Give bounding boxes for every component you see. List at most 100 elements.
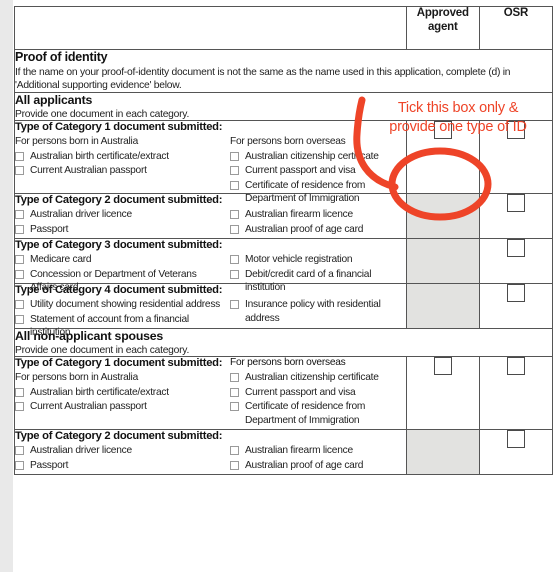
category-row: Type of Category 1 document submitted: Fo…	[14, 356, 554, 431]
checkbox-icon[interactable]	[230, 460, 239, 470]
options-column-right: Australian firearm licence Australian pro…	[230, 208, 405, 237]
option-label: Australian birth certificate/extract	[30, 150, 169, 162]
osr-cell[interactable]	[478, 429, 554, 476]
checkbox-icon[interactable]	[15, 402, 24, 412]
checkbox-icon[interactable]	[230, 210, 239, 220]
checkbox-icon[interactable]	[15, 224, 24, 234]
checkbox-large[interactable]	[433, 357, 452, 376]
option-item[interactable]: Australian birth certificate/extract	[15, 150, 223, 164]
approved-agent-cell	[405, 238, 480, 285]
option-label: Current passport and visa	[245, 165, 356, 177]
option-item[interactable]: Passport	[15, 459, 223, 473]
checkbox-large[interactable]	[506, 194, 525, 213]
options-column-left: Utility document showing residential add…	[15, 298, 223, 341]
option-item[interactable]: Current passport and visa	[230, 386, 405, 400]
option-item[interactable]: Utility document showing residential add…	[15, 298, 223, 312]
osr-cell[interactable]	[478, 193, 554, 240]
column-label-right: For persons born overseas	[230, 136, 346, 148]
checkbox-icon[interactable]	[230, 387, 239, 397]
checkbox-large[interactable]	[506, 239, 525, 258]
checkbox-icon[interactable]	[230, 255, 239, 265]
option-item[interactable]: Statement of account from a financial in…	[15, 313, 223, 340]
option-label: Current Australian passport	[30, 165, 147, 177]
option-item[interactable]: Current passport and visa	[230, 164, 405, 178]
banner-title: Proof of identity	[15, 50, 108, 64]
option-label: Certificate of residence from Department…	[245, 179, 366, 205]
osr-cell[interactable]	[478, 283, 554, 330]
option-label: Debit/credit card of a financial institu…	[245, 268, 372, 294]
osr-cell[interactable]	[478, 356, 554, 431]
page-right-margin	[554, 0, 560, 572]
checkbox-icon[interactable]	[230, 402, 239, 412]
option-item[interactable]: Certificate of residence from Department…	[230, 179, 405, 206]
option-item[interactable]: Insurance policy with residential addres…	[230, 298, 405, 325]
option-label: Passport	[30, 459, 69, 471]
category-title: Type of Category 3 document submitted:	[15, 239, 223, 252]
checkbox-icon[interactable]	[15, 387, 24, 397]
option-label: Insurance policy with residential addres…	[245, 299, 381, 324]
option-label: Utility document showing residential add…	[30, 299, 221, 311]
column-label-left: For persons born in Australia	[15, 372, 138, 384]
option-item[interactable]: Passport	[15, 223, 223, 237]
category-row: Type of Category 3 document submitted: Me…	[14, 238, 554, 293]
checkbox-icon[interactable]	[15, 314, 24, 324]
option-item[interactable]: Australian birth certificate/extract	[15, 386, 223, 400]
checkbox-large[interactable]	[506, 357, 525, 376]
options-column-left: Australian driver licence Passport	[15, 208, 223, 237]
checkbox-icon[interactable]	[15, 300, 24, 310]
osr-cell[interactable]	[478, 238, 554, 285]
option-label: Australian firearm licence	[245, 209, 353, 221]
options-column-right: Australian firearm licence Australian pro…	[230, 444, 405, 473]
option-item[interactable]: Motor vehicle registration	[230, 253, 405, 267]
header-approved-agent-label: Approved agent	[416, 7, 469, 33]
option-item[interactable]: Australian proof of age card	[230, 459, 405, 473]
column-label-left: For persons born in Australia	[15, 136, 138, 148]
checkbox-icon[interactable]	[230, 166, 239, 176]
checkbox-icon[interactable]	[15, 269, 24, 279]
checkbox-icon[interactable]	[15, 255, 24, 265]
checkbox-icon[interactable]	[230, 373, 239, 383]
checkbox-icon[interactable]	[230, 224, 239, 234]
checkbox-icon[interactable]	[15, 210, 24, 220]
option-item[interactable]: Australian citizenship certificate	[230, 150, 405, 164]
option-label: Australian citizenship certificate	[245, 372, 379, 384]
option-label: Motor vehicle registration	[245, 254, 353, 266]
checkbox-icon[interactable]	[15, 151, 24, 161]
option-item[interactable]: Australian citizenship certificate	[230, 371, 405, 385]
option-item[interactable]: Australian driver licence	[15, 444, 223, 458]
section-subtitle: Provide one document in each category.	[15, 345, 190, 357]
option-item[interactable]: Current Australian passport	[15, 400, 223, 414]
option-item[interactable]: Australian proof of age card	[230, 223, 405, 237]
option-item[interactable]: Medicare card	[15, 253, 223, 267]
option-label: Australian birth certificate/extract	[30, 386, 169, 398]
option-item[interactable]: Current Australian passport	[15, 164, 223, 178]
checkbox-icon[interactable]	[230, 446, 239, 456]
category-row: Type of Category 2 document submitted: Au…	[14, 429, 554, 476]
approved-agent-cell[interactable]	[405, 356, 480, 431]
header-osr-label: OSR	[503, 7, 529, 19]
checkbox-large[interactable]	[506, 430, 525, 449]
category-title: Type of Category 1 document submitted: Fo…	[15, 357, 346, 370]
option-item[interactable]: Concession or Department of Veterans Aff…	[15, 268, 223, 295]
checkbox-icon[interactable]	[15, 166, 24, 176]
option-item[interactable]: Australian driver licence	[15, 208, 223, 222]
checkbox-icon[interactable]	[230, 300, 239, 310]
category-title: Type of Category 2 document submitted:	[15, 430, 223, 443]
proof-of-identity-banner-row: Proof of identity If the name on your pro…	[14, 48, 553, 94]
category-cell: Type of Category 1 document submitted: Fo…	[14, 356, 407, 431]
checkbox-icon[interactable]	[230, 269, 239, 279]
checkbox-icon[interactable]	[230, 180, 239, 190]
option-item[interactable]: Certificate of residence from Department…	[230, 400, 405, 427]
checkbox-icon[interactable]	[15, 460, 24, 470]
checkbox-icon[interactable]	[15, 446, 24, 456]
annotation-text: Tick this box only & provide one type of…	[358, 99, 558, 136]
column-label-right: For persons born overseas	[230, 357, 346, 369]
option-item[interactable]: Australian firearm licence	[230, 208, 405, 222]
checkbox-large[interactable]	[506, 284, 525, 303]
option-item[interactable]: Debit/credit card of a financial institu…	[230, 268, 405, 295]
option-label: Current passport and visa	[245, 386, 356, 398]
option-item[interactable]: Australian firearm licence	[230, 444, 405, 458]
checkbox-icon[interactable]	[230, 151, 239, 161]
option-label: Medicare card	[30, 254, 92, 266]
annotation-text-line1: Tick this box only &	[397, 100, 519, 116]
